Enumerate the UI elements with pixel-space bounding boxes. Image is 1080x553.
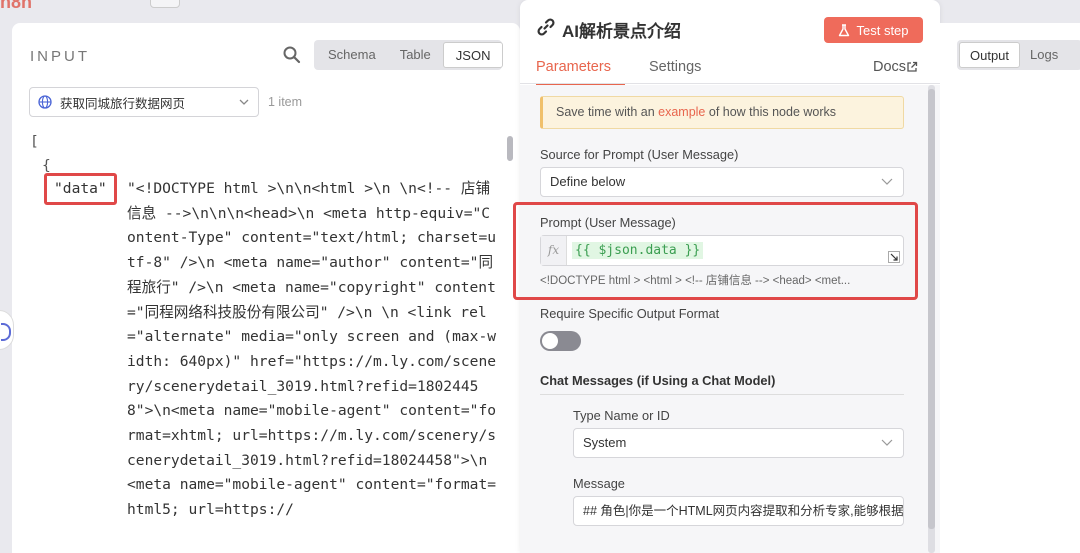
json-key-data[interactable]: "data"	[44, 173, 117, 205]
test-step-button[interactable]: Test step	[824, 17, 923, 43]
parameters-scrollbar[interactable]	[928, 85, 935, 553]
input-node-select[interactable]: 获取同城旅行数据网页	[29, 87, 259, 117]
globe-icon	[38, 95, 52, 109]
source-label: Source for Prompt (User Message)	[540, 147, 739, 162]
output-panel: Output Logs	[940, 23, 1080, 553]
message-input[interactable]: ## 角色|你是一个HTML网页内容提取和分析专家,能够根据	[573, 496, 904, 526]
chevron-down-icon	[881, 439, 893, 446]
tab-table[interactable]: Table	[388, 42, 443, 68]
top-toolbar-button[interactable]	[150, 0, 180, 8]
tab-settings[interactable]: Settings	[649, 59, 701, 75]
input-panel: INPUT Schema Table JSON 获取同城旅行数据网页 1 ite…	[12, 23, 520, 553]
type-label: Type Name or ID	[573, 408, 670, 423]
app-logo: n8n	[0, 0, 33, 12]
tab-parameters[interactable]: Parameters	[536, 59, 625, 86]
example-link[interactable]: example	[658, 105, 705, 119]
node-title: AI解析景点介绍	[562, 22, 681, 41]
test-step-label: Test step	[856, 22, 909, 38]
type-select[interactable]: System	[573, 428, 904, 458]
require-format-toggle[interactable]	[540, 331, 581, 351]
docs-link[interactable]: Docs	[873, 59, 906, 75]
example-hint: Save time with an example of how this no…	[540, 96, 904, 129]
source-select[interactable]: Define below	[540, 167, 904, 197]
type-select-value: System	[583, 435, 627, 450]
hint-text: Save time with an	[556, 105, 659, 119]
message-label: Message	[573, 476, 625, 491]
json-value-data[interactable]: "<!DOCTYPE html >\n\n<html >\n \n<!-- 店铺…	[127, 177, 497, 523]
input-panel-title: INPUT	[30, 48, 90, 65]
output-tabs: Output Logs	[957, 40, 1080, 70]
json-scrollbar[interactable]	[507, 136, 513, 161]
node-tabs: Parameters Settings Docs	[520, 52, 940, 86]
search-icon[interactable]	[282, 45, 302, 65]
source-select-value: Define below	[550, 174, 626, 189]
tab-schema[interactable]: Schema	[316, 42, 388, 68]
item-count: 1 item	[268, 95, 303, 109]
tab-output[interactable]: Output	[959, 42, 1021, 68]
tab-logs[interactable]: Logs	[1020, 42, 1068, 68]
chat-messages-section: Chat Messages (if Using a Chat Model)	[540, 373, 904, 395]
prompt-highlight-box	[513, 202, 918, 300]
tab-json[interactable]: JSON	[442, 42, 504, 68]
chevron-down-icon	[881, 178, 893, 185]
hint-text-end: of how this node works	[705, 105, 837, 119]
input-node-select-value: 获取同城旅行数据网页	[60, 96, 186, 111]
json-open-bracket: [	[30, 133, 39, 150]
external-link-icon[interactable]	[906, 61, 918, 73]
view-mode-tabs: Schema Table JSON	[314, 40, 504, 70]
link-icon	[537, 18, 555, 36]
chevron-down-icon	[239, 99, 249, 105]
flask-icon	[839, 23, 850, 36]
require-format-label: Require Specific Output Format	[540, 306, 720, 321]
scrollbar-thumb[interactable]	[928, 89, 935, 529]
